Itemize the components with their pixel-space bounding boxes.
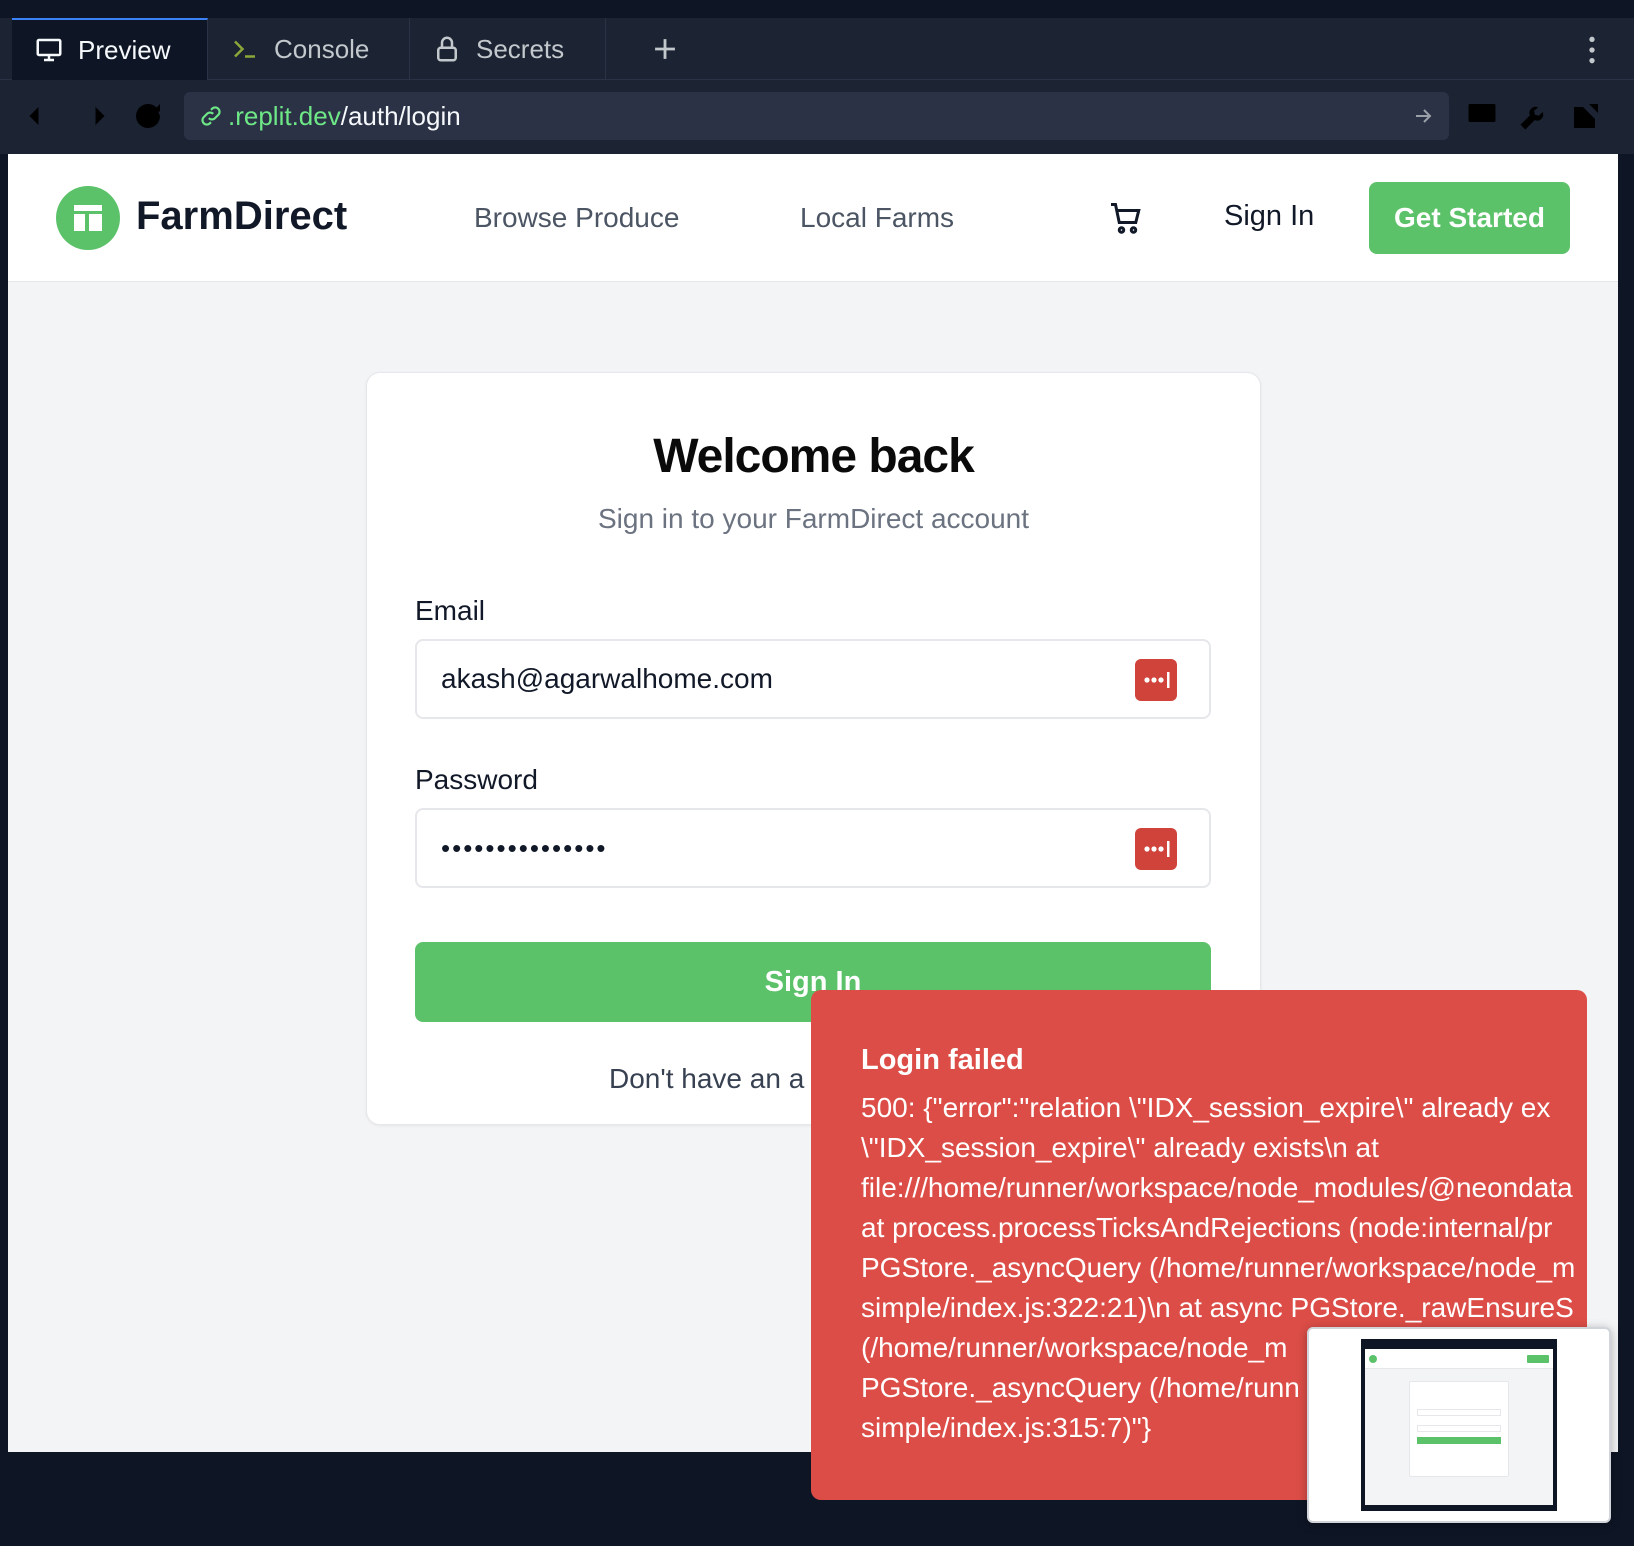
toast-title: Login failed xyxy=(861,1044,1024,1076)
monitor-icon xyxy=(36,38,62,62)
nav-local-farms[interactable]: Local Farms xyxy=(800,202,954,234)
nav-browse-produce[interactable]: Browse Produce xyxy=(474,202,679,234)
site-header: FarmDirect Browse Produce Local Farms Si… xyxy=(8,154,1618,282)
password-manager-icon[interactable] xyxy=(1135,659,1177,701)
tab-console[interactable]: Console xyxy=(208,18,410,80)
reload-icon[interactable] xyxy=(130,98,166,134)
page-title: Welcome back xyxy=(653,430,975,483)
url-path: /auth/login xyxy=(340,100,461,131)
devices-icon[interactable] xyxy=(1464,98,1500,134)
header-sign-in-link[interactable]: Sign In xyxy=(1224,200,1314,233)
email-value: akash@agarwalhome.com xyxy=(441,663,773,694)
url-host: .replit.dev xyxy=(228,100,341,131)
plus-icon[interactable] xyxy=(648,32,682,66)
terminal-icon xyxy=(234,40,255,58)
tab-preview[interactable]: Preview xyxy=(12,18,208,80)
password-value: ••••••••••••••• xyxy=(441,832,608,863)
back-icon[interactable] xyxy=(22,98,58,134)
password-manager-icon[interactable] xyxy=(1135,828,1177,870)
password-label: Password xyxy=(415,764,538,795)
tab-secrets[interactable]: Secrets xyxy=(410,18,606,80)
farmdirect-logo-icon[interactable] xyxy=(56,186,120,250)
more-vertical-icon[interactable] xyxy=(1586,34,1598,66)
tab-label: Secrets xyxy=(476,33,565,64)
browser-toolbar: .replit.dev/auth/login xyxy=(0,80,1634,154)
cart-icon[interactable] xyxy=(1108,200,1144,236)
thumbnail-image xyxy=(1361,1339,1557,1511)
go-arrow-icon[interactable] xyxy=(1411,104,1435,128)
ide-tab-bar: Preview Console Secrets xyxy=(0,18,1634,80)
email-field[interactable]: akash@agarwalhome.com xyxy=(415,639,1211,719)
screenshot-thumbnail[interactable] xyxy=(1307,1327,1611,1523)
page-subtitle: Sign in to your FarmDirect account xyxy=(597,503,1030,534)
forward-icon[interactable] xyxy=(76,98,112,134)
tab-label: Preview xyxy=(78,34,171,65)
link-icon xyxy=(201,106,221,126)
email-label: Email xyxy=(415,595,486,626)
brand-name[interactable]: FarmDirect xyxy=(136,194,347,239)
external-link-icon[interactable] xyxy=(1568,98,1604,134)
lock-icon xyxy=(437,36,457,62)
signup-prompt: Don't have an a xyxy=(609,1063,805,1094)
url-bar[interactable]: .replit.dev/auth/login xyxy=(184,92,1449,140)
tab-label: Console xyxy=(274,33,370,64)
password-field[interactable]: ••••••••••••••• xyxy=(415,808,1211,888)
wrench-icon[interactable] xyxy=(1516,98,1552,134)
get-started-button[interactable]: Get Started xyxy=(1369,182,1570,254)
